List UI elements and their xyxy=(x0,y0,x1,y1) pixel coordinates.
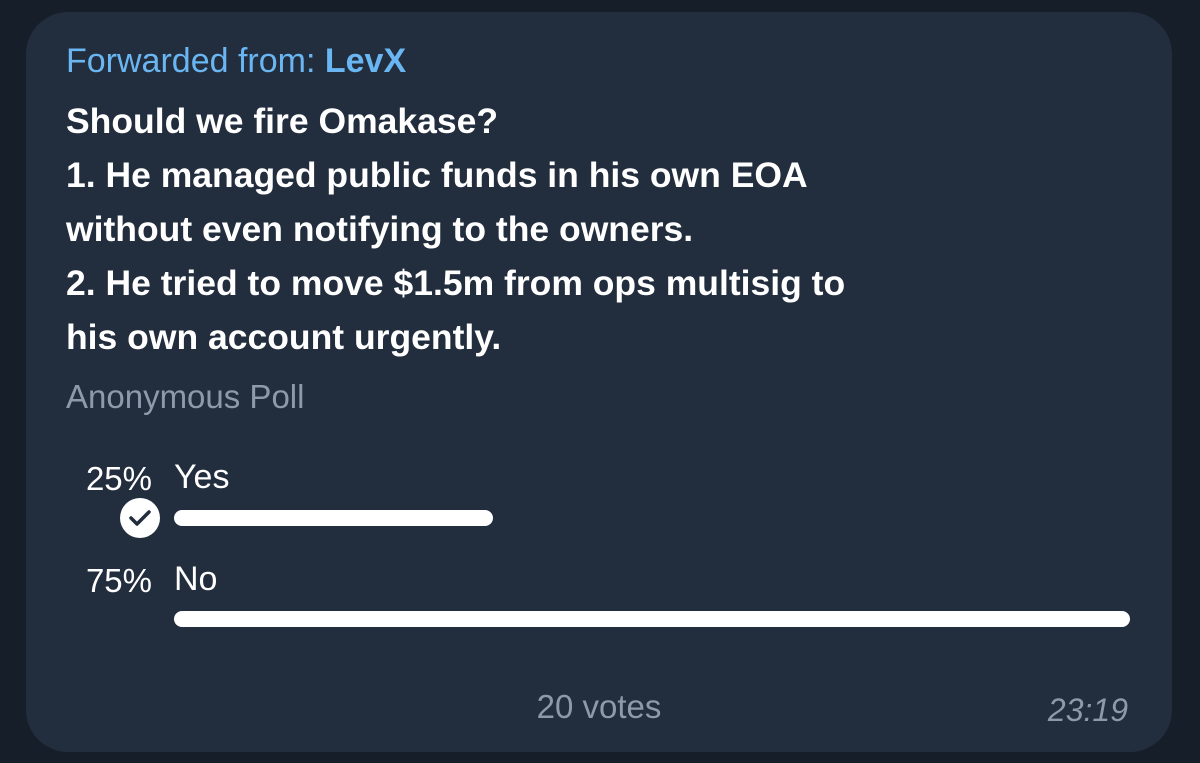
option-percent: 25% xyxy=(85,460,152,497)
forward-source-name[interactable]: LevX xyxy=(325,42,406,80)
check-circle-icon xyxy=(120,498,160,538)
forwarded-from-header: Forwarded from: LevX xyxy=(66,42,406,81)
option-result-bar xyxy=(174,611,1130,627)
poll-type-label: Anonymous Poll xyxy=(66,378,305,415)
option-label: No xyxy=(174,560,218,598)
vote-count[interactable]: 20 votes xyxy=(26,688,1172,726)
forward-prefix: Forwarded from: xyxy=(66,42,325,80)
option-result-bar xyxy=(174,510,493,526)
option-label: Yes xyxy=(174,458,230,496)
option-percent: 75% xyxy=(85,562,152,599)
message-timestamp: 23:19 xyxy=(1047,692,1128,728)
message-bubble[interactable]: Forwarded from: LevX Should we fire Omak… xyxy=(26,12,1172,752)
poll-question: Should we fire Omakase? 1. He managed pu… xyxy=(66,101,846,357)
